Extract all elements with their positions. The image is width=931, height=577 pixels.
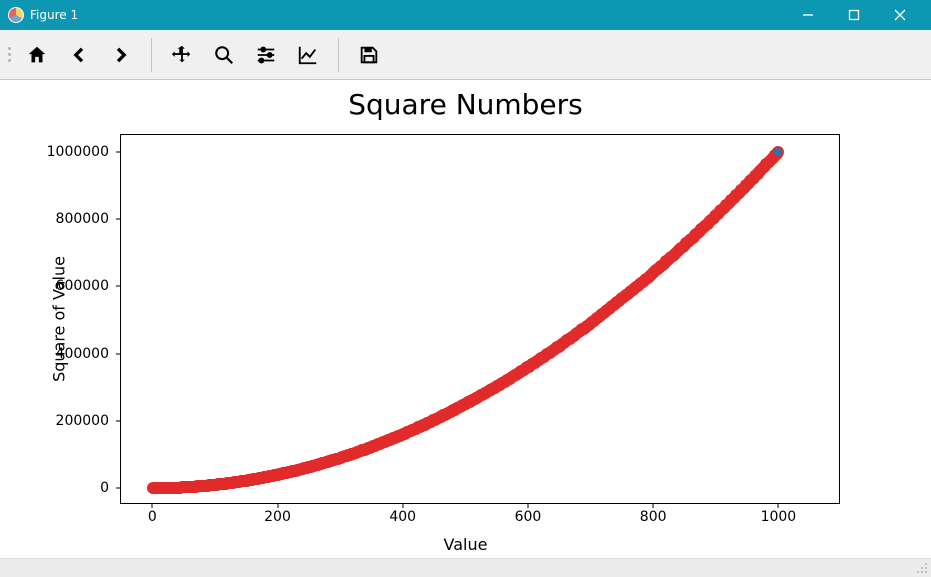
save-icon: [358, 44, 380, 66]
window-maximize-button[interactable]: [831, 0, 877, 30]
y-tick-label: 800000: [56, 211, 109, 227]
resize-grip[interactable]: [917, 563, 929, 575]
y-tick-label: 0: [100, 480, 109, 496]
move-icon: [171, 44, 193, 66]
edit-axis-button[interactable]: [288, 35, 328, 75]
status-bar: [0, 558, 931, 577]
y-axis-label: Square of Value: [49, 256, 68, 382]
y-tick-label: 200000: [56, 413, 109, 429]
y-tick-label: 400000: [56, 346, 109, 362]
toolbar-divider: [151, 38, 152, 72]
x-tick-label: 0: [148, 509, 157, 525]
zoom-button[interactable]: [204, 35, 244, 75]
sliders-icon: [255, 44, 277, 66]
y-tick-mark: [116, 151, 121, 152]
y-tick-label: 1000000: [47, 144, 109, 160]
x-tick-mark: [778, 503, 779, 508]
window-close-button[interactable]: [877, 0, 923, 30]
toolbar: [0, 30, 931, 80]
x-tick-label: 1000: [761, 509, 797, 525]
window-titlebar: Figure 1: [0, 0, 931, 30]
x-tick-mark: [402, 503, 403, 508]
y-tick-mark: [116, 286, 121, 287]
y-tick-mark: [116, 219, 121, 220]
highlight-point: [774, 148, 782, 156]
window-title: Figure 1: [30, 8, 78, 22]
home-button[interactable]: [17, 35, 57, 75]
home-icon: [26, 44, 48, 66]
toolbar-grip: [6, 47, 15, 62]
pan-button[interactable]: [162, 35, 202, 75]
x-tick-mark: [277, 503, 278, 508]
arrow-right-icon: [110, 44, 132, 66]
back-button[interactable]: [59, 35, 99, 75]
save-button[interactable]: [349, 35, 389, 75]
y-tick-mark: [116, 353, 121, 354]
x-tick-mark: [527, 503, 528, 508]
forward-button[interactable]: [101, 35, 141, 75]
x-tick-mark: [653, 503, 654, 508]
figure-canvas[interactable]: Square Numbers Square of Value Value 020…: [0, 80, 931, 558]
x-tick-label: 600: [515, 509, 542, 525]
x-axis-label: Value: [0, 535, 931, 554]
arrow-left-icon: [68, 44, 90, 66]
x-tick-label: 800: [640, 509, 667, 525]
toolbar-divider: [338, 38, 339, 72]
app-icon: [8, 7, 24, 23]
chart-title: Square Numbers: [0, 88, 931, 121]
configure-subplots-button[interactable]: [246, 35, 286, 75]
y-tick-label: 600000: [56, 278, 109, 294]
x-tick-label: 400: [389, 509, 416, 525]
window-minimize-button[interactable]: [785, 0, 831, 30]
plot-area: 0200400600800100002000004000006000008000…: [120, 134, 840, 504]
y-tick-mark: [116, 488, 121, 489]
zoom-icon: [213, 44, 235, 66]
chart-line-icon: [297, 44, 319, 66]
y-tick-mark: [116, 420, 121, 421]
x-tick-mark: [152, 503, 153, 508]
x-tick-label: 200: [264, 509, 291, 525]
